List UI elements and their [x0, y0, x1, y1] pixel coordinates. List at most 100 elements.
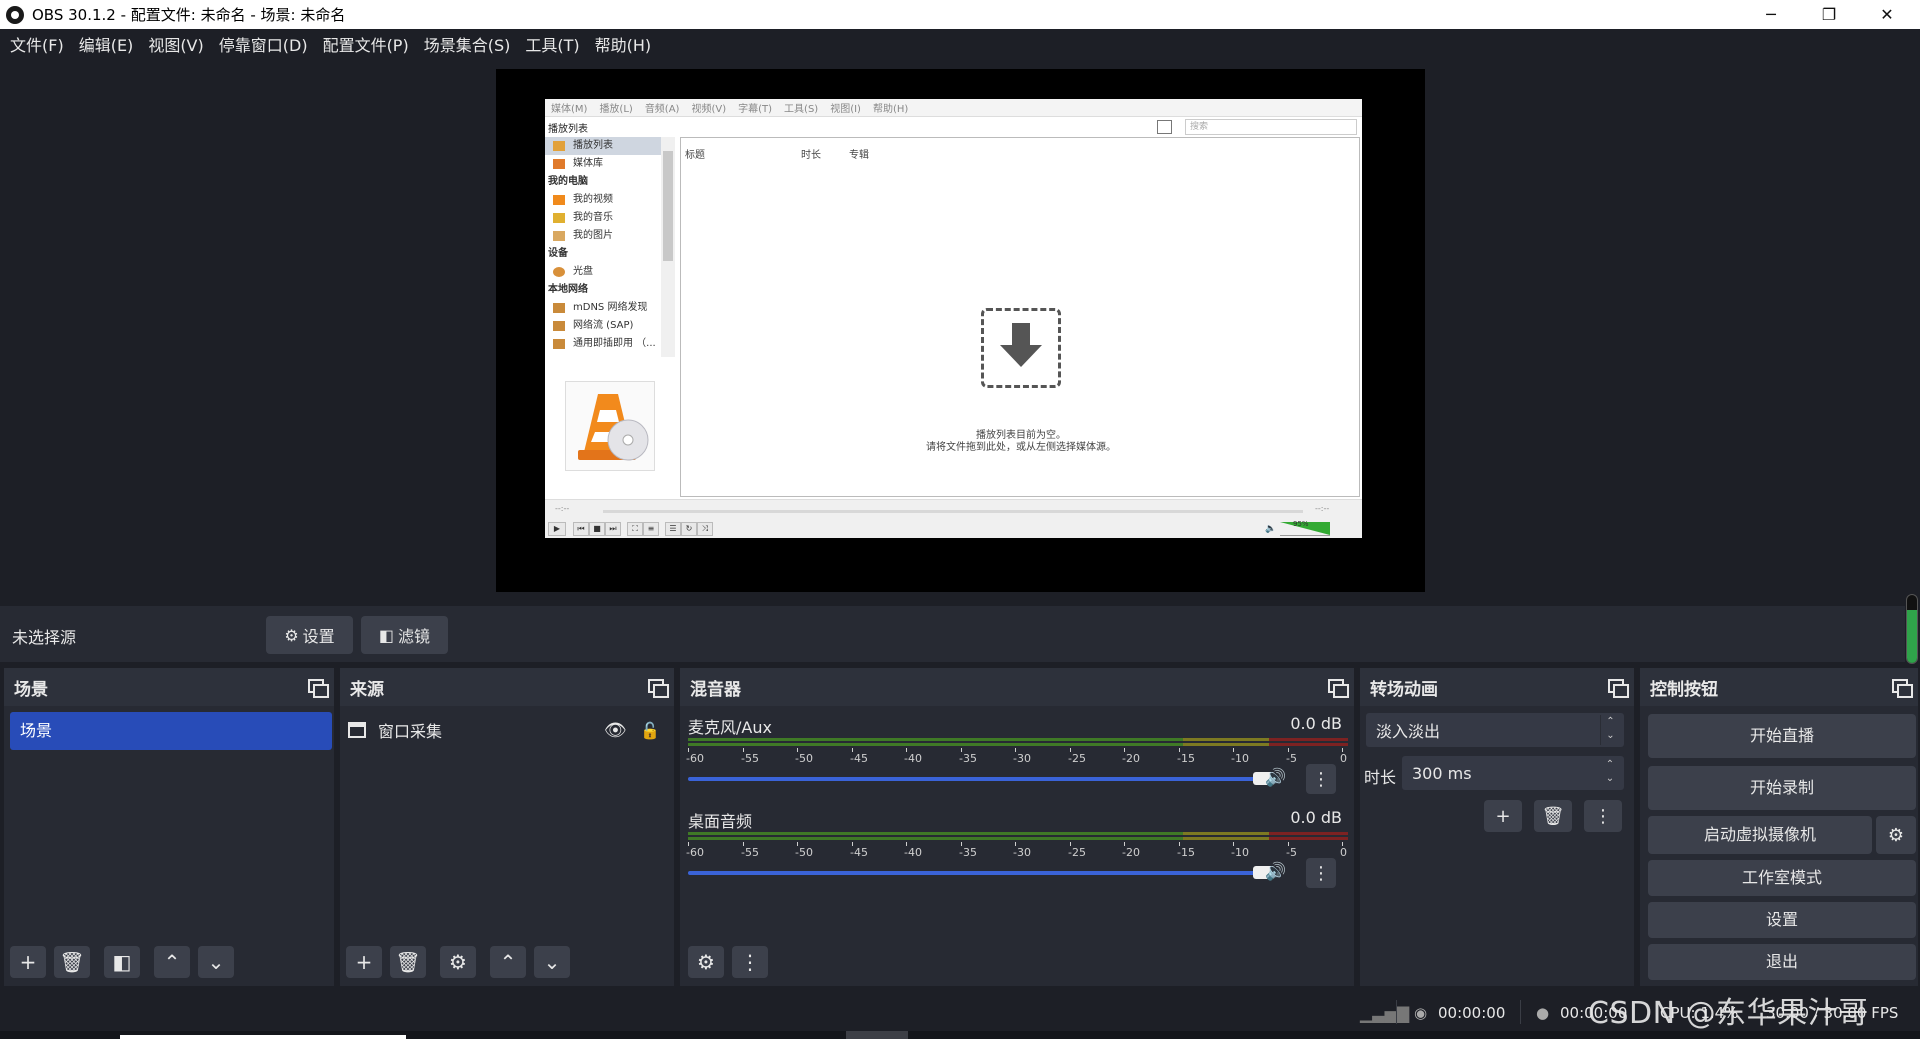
- eye-icon[interactable]: 👁: [604, 720, 627, 741]
- stream-status-icon: ◉: [1414, 1004, 1428, 1022]
- studio-mode-button[interactable]: 工作室模式: [1648, 860, 1916, 896]
- scenes-dock: 场景 场景 + 🗑 ◧ ⌃ ⌄: [4, 668, 334, 986]
- start-recording-button[interactable]: 开始录制: [1648, 766, 1916, 810]
- remove-source-button[interactable]: 🗑: [390, 946, 426, 978]
- restore-button[interactable]: ❐: [1800, 0, 1858, 29]
- vlc-sidebar-label: 我的图片: [573, 230, 613, 241]
- plus-icon: +: [1495, 805, 1511, 827]
- mixer-channel-db: 0.0 dB: [1290, 808, 1342, 827]
- kebab-icon: ⋮: [1312, 862, 1330, 884]
- start-virtual-camera-button[interactable]: 启动虚拟摄像机: [1648, 816, 1872, 854]
- scene-list-item[interactable]: 场景: [10, 712, 332, 750]
- undock-icon[interactable]: [648, 679, 669, 698]
- volume-slider[interactable]: [688, 866, 1275, 879]
- menu-bar: 文件(F) 编辑(E) 视图(V) 停靠窗口(D) 配置文件(P) 场景集合(S…: [0, 29, 1920, 59]
- menu-scene-collection[interactable]: 场景集合(S): [418, 32, 520, 56]
- mixer-dock: 混音器 麦克风/Aux 0.0 dB -60 -55 -50 -45 -40 -35 -30…: [680, 668, 1354, 986]
- speaker-icon[interactable]: 🔊: [1265, 862, 1286, 882]
- source-label: 窗口采集: [378, 722, 443, 741]
- meter-tick-label: -30: [1013, 846, 1031, 859]
- menu-view[interactable]: 视图(V): [142, 32, 212, 56]
- add-source-button[interactable]: +: [346, 946, 382, 978]
- source-toolbar: 未选择源 ⚙ 设置 ◧ 滤镜: [0, 606, 1905, 662]
- minimize-button[interactable]: ─: [1742, 0, 1800, 29]
- vlc-sidebar-item-sap: 网络流 (SAP): [545, 317, 675, 335]
- volume-slider[interactable]: [688, 772, 1275, 785]
- menu-file[interactable]: 文件(F): [4, 32, 73, 56]
- spin-arrows-icon[interactable]: ⌃ ⌄: [1600, 758, 1620, 788]
- virtual-camera-settings-button[interactable]: ⚙: [1876, 816, 1916, 854]
- picture-icon: [553, 231, 565, 241]
- captured-vlc-window: 媒体(M) 播放(L) 音频(A) 视频(V) 字幕(T) 工具(S) 视图(I…: [545, 99, 1362, 538]
- chevron-up-icon: ⌃: [163, 950, 181, 974]
- menu-help[interactable]: 帮助(H): [589, 32, 661, 56]
- source-list-item[interactable]: 窗口采集 👁 🔓: [348, 712, 670, 748]
- add-transition-button[interactable]: +: [1484, 800, 1522, 832]
- volume-meter: [688, 832, 1348, 840]
- menu-profile[interactable]: 配置文件(P): [317, 32, 418, 56]
- vlc-sidebar-item-playlist: 播放列表: [545, 137, 675, 155]
- csdn-watermark: CSDN @东华果汁哥: [1588, 996, 1869, 1031]
- start-streaming-button[interactable]: 开始直播: [1648, 714, 1916, 758]
- transition-properties-button[interactable]: ⋮: [1584, 800, 1622, 832]
- remove-transition-button[interactable]: 🗑: [1534, 800, 1572, 832]
- channel-menu-button[interactable]: ⋮: [1306, 858, 1336, 888]
- transition-selected: 淡入淡出: [1376, 722, 1441, 741]
- undock-icon[interactable]: [308, 679, 329, 698]
- chevron-up-icon: ⌃: [499, 950, 517, 974]
- source-move-up-button[interactable]: ⌃: [490, 946, 526, 978]
- lock-icon[interactable]: 🔓: [640, 721, 660, 740]
- transition-select[interactable]: 淡入淡出 ⌃ ⌄: [1366, 713, 1624, 747]
- vlc-col-duration: 时长: [801, 150, 821, 161]
- menu-edit[interactable]: 编辑(E): [73, 32, 143, 56]
- remove-scene-button[interactable]: 🗑: [54, 946, 90, 978]
- gear-icon: ⚙: [1887, 824, 1905, 846]
- duration-spinbox[interactable]: 300 ms ⌃ ⌄: [1402, 756, 1624, 790]
- meter-tick-label: -50: [795, 846, 813, 859]
- scene-filters-button[interactable]: ◧: [104, 946, 140, 978]
- meter-tick-label: -55: [741, 846, 759, 859]
- settings-button[interactable]: 设置: [1648, 902, 1916, 938]
- vlc-effects-icon: ≡: [643, 522, 659, 536]
- playlist-icon: [553, 141, 565, 151]
- menu-docks[interactable]: 停靠窗口(D): [213, 32, 317, 56]
- window-capture-icon: [348, 722, 366, 738]
- source-move-down-button[interactable]: ⌄: [534, 946, 570, 978]
- vlc-empty-line2: 请将文件拖到此处，或从左侧选择媒体源。: [926, 442, 1116, 453]
- undock-icon[interactable]: [1608, 679, 1629, 698]
- advanced-audio-button[interactable]: ⚙: [688, 946, 724, 978]
- exit-button[interactable]: 退出: [1648, 944, 1916, 980]
- stream-time: 00:00:00: [1438, 1004, 1506, 1022]
- speaker-icon[interactable]: 🔊: [1265, 768, 1286, 788]
- channel-menu-button[interactable]: ⋮: [1306, 764, 1336, 794]
- vlc-drop-icon: [981, 308, 1061, 388]
- audio-level-indicator: [1906, 594, 1918, 664]
- source-filters-button[interactable]: ◧ 滤镜: [361, 616, 448, 654]
- vlc-sidebar-item-disc: 光盘: [545, 263, 675, 281]
- source-properties-button[interactable]: ⚙: [440, 946, 476, 978]
- undock-icon[interactable]: [1328, 679, 1349, 698]
- kebab-icon: ⋮: [1594, 805, 1612, 827]
- transitions-dock-title: 转场动画: [1360, 668, 1634, 706]
- controls-dock: 控制按钮 开始直播 开始录制 启动虚拟摄像机 ⚙ 工作室模式 设置 退出: [1640, 668, 1918, 986]
- music-icon: [553, 213, 565, 223]
- scene-move-down-button[interactable]: ⌄: [198, 946, 234, 978]
- vlc-sidebar-label: mDNS 网络发现: [573, 302, 648, 313]
- menu-tools[interactable]: 工具(T): [519, 32, 588, 56]
- close-button[interactable]: ✕: [1858, 0, 1916, 29]
- meter-tick-label: -5: [1286, 752, 1297, 765]
- vlc-sidebar-category-devices: 设备: [548, 248, 568, 259]
- mixer-menu-button[interactable]: ⋮: [732, 946, 768, 978]
- vlc-sidebar-label: 媒体库: [573, 158, 603, 169]
- add-scene-button[interactable]: +: [10, 946, 46, 978]
- obs-logo-icon: [6, 5, 24, 24]
- library-icon: [553, 159, 565, 169]
- vlc-menu-bar: 媒体(M) 播放(L) 音频(A) 视频(V) 字幕(T) 工具(S) 视图(I…: [545, 99, 1362, 117]
- trash-icon: 🗑: [59, 950, 85, 974]
- source-settings-button[interactable]: ⚙ 设置: [266, 616, 353, 654]
- vlc-menu-tools: 工具(S): [784, 104, 819, 115]
- network-bars-icon: ▁▃▅▇: [1360, 1004, 1410, 1023]
- undock-icon[interactable]: [1892, 679, 1913, 698]
- transitions-dock: 转场动画 淡入淡出 ⌃ ⌄ 时长 300 ms ⌃ ⌄ + 🗑 ⋮: [1360, 668, 1634, 986]
- scene-move-up-button[interactable]: ⌃: [154, 946, 190, 978]
